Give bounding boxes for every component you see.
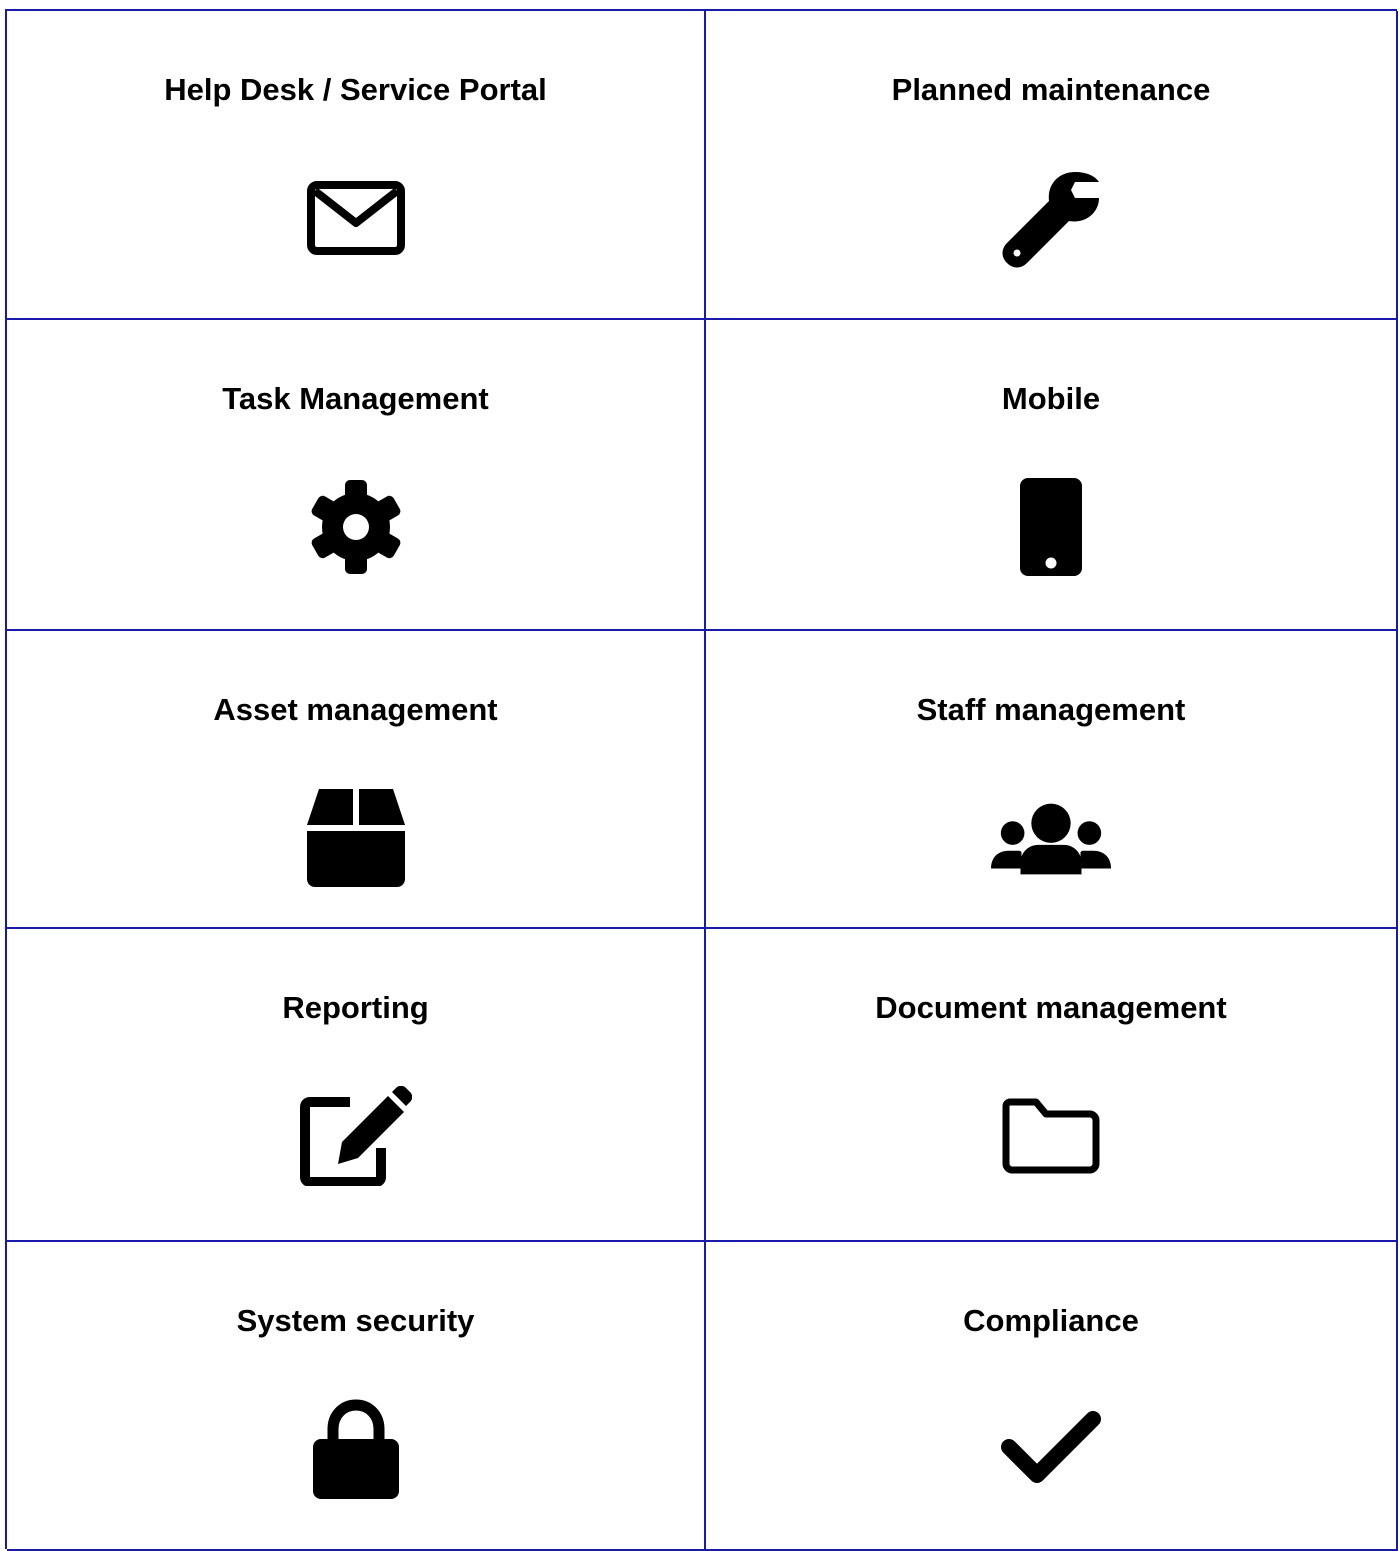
feature-title: Task Management xyxy=(222,381,489,416)
feature-cell-system-security: System security xyxy=(7,1242,706,1551)
lock-icon xyxy=(296,1394,416,1504)
edit-icon xyxy=(296,1081,416,1191)
feature-title: Help Desk / Service Portal xyxy=(164,72,547,107)
users-icon xyxy=(991,783,1111,893)
mobile-phone-icon xyxy=(991,472,1111,582)
feature-title: Document management xyxy=(875,990,1227,1025)
gear-icon xyxy=(296,472,416,582)
wrench-icon xyxy=(991,163,1111,273)
feature-title: Staff management xyxy=(916,692,1186,727)
feature-cell-asset-management: Asset management xyxy=(7,631,706,929)
checkmark-icon xyxy=(991,1394,1111,1504)
feature-title: Compliance xyxy=(963,1303,1139,1338)
feature-cell-document-management: Document management xyxy=(706,929,1398,1242)
feature-title: System security xyxy=(236,1303,475,1338)
feature-cell-staff-management: Staff management xyxy=(706,631,1398,929)
feature-title: Planned maintenance xyxy=(891,72,1211,107)
feature-title: Asset management xyxy=(213,692,498,727)
feature-cell-reporting: Reporting xyxy=(7,929,706,1242)
feature-grid: Help Desk / Service Portal Planned maint… xyxy=(5,9,1398,1551)
box-icon xyxy=(296,783,416,893)
feature-title: Reporting xyxy=(282,990,429,1025)
feature-cell-mobile: Mobile xyxy=(706,320,1398,631)
feature-cell-compliance: Compliance xyxy=(706,1242,1398,1551)
folder-icon xyxy=(991,1081,1111,1191)
envelope-icon xyxy=(296,163,416,273)
feature-title: Mobile xyxy=(1001,381,1101,416)
feature-cell-planned-maintenance: Planned maintenance xyxy=(706,11,1398,320)
feature-cell-help-desk: Help Desk / Service Portal xyxy=(7,11,706,320)
feature-cell-task-management: Task Management xyxy=(7,320,706,631)
